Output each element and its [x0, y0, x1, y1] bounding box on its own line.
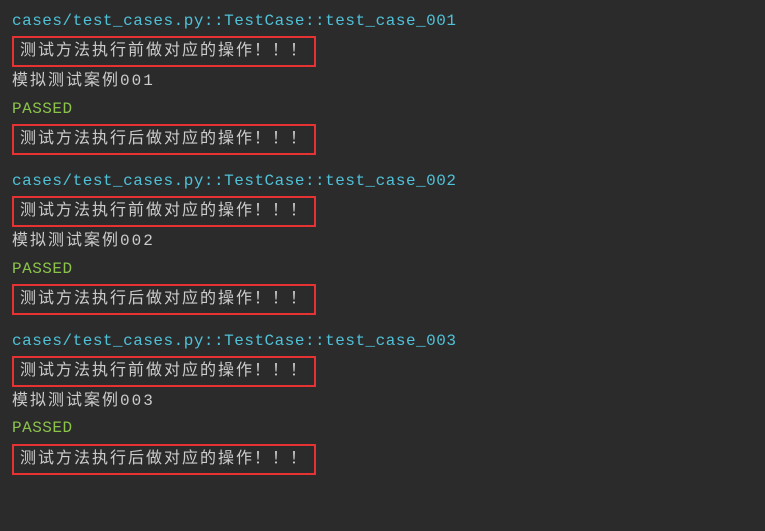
test-block: cases/test_cases.py::TestCase::test_case… — [12, 8, 753, 156]
setup-message-highlight: 测试方法执行前做对应的操作！！！ — [12, 356, 316, 387]
terminal-output: cases/test_cases.py::TestCase::test_case… — [12, 8, 753, 476]
test-case-message: 模拟测试案例001 — [12, 68, 753, 95]
test-status: PASSED — [12, 256, 753, 283]
test-case-message: 模拟测试案例003 — [12, 388, 753, 415]
test-path: cases/test_cases.py::TestCase::test_case… — [12, 8, 753, 35]
test-block: cases/test_cases.py::TestCase::test_case… — [12, 328, 753, 476]
test-status: PASSED — [12, 96, 753, 123]
teardown-message-highlight: 测试方法执行后做对应的操作！！！ — [12, 444, 316, 475]
teardown-message-highlight: 测试方法执行后做对应的操作！！！ — [12, 124, 316, 155]
test-status: PASSED — [12, 415, 753, 442]
test-path: cases/test_cases.py::TestCase::test_case… — [12, 168, 753, 195]
setup-message-highlight: 测试方法执行前做对应的操作！！！ — [12, 36, 316, 67]
test-case-message: 模拟测试案例002 — [12, 228, 753, 255]
teardown-message-highlight: 测试方法执行后做对应的操作！！！ — [12, 284, 316, 315]
setup-message-highlight: 测试方法执行前做对应的操作！！！ — [12, 196, 316, 227]
test-block: cases/test_cases.py::TestCase::test_case… — [12, 168, 753, 316]
test-path: cases/test_cases.py::TestCase::test_case… — [12, 328, 753, 355]
